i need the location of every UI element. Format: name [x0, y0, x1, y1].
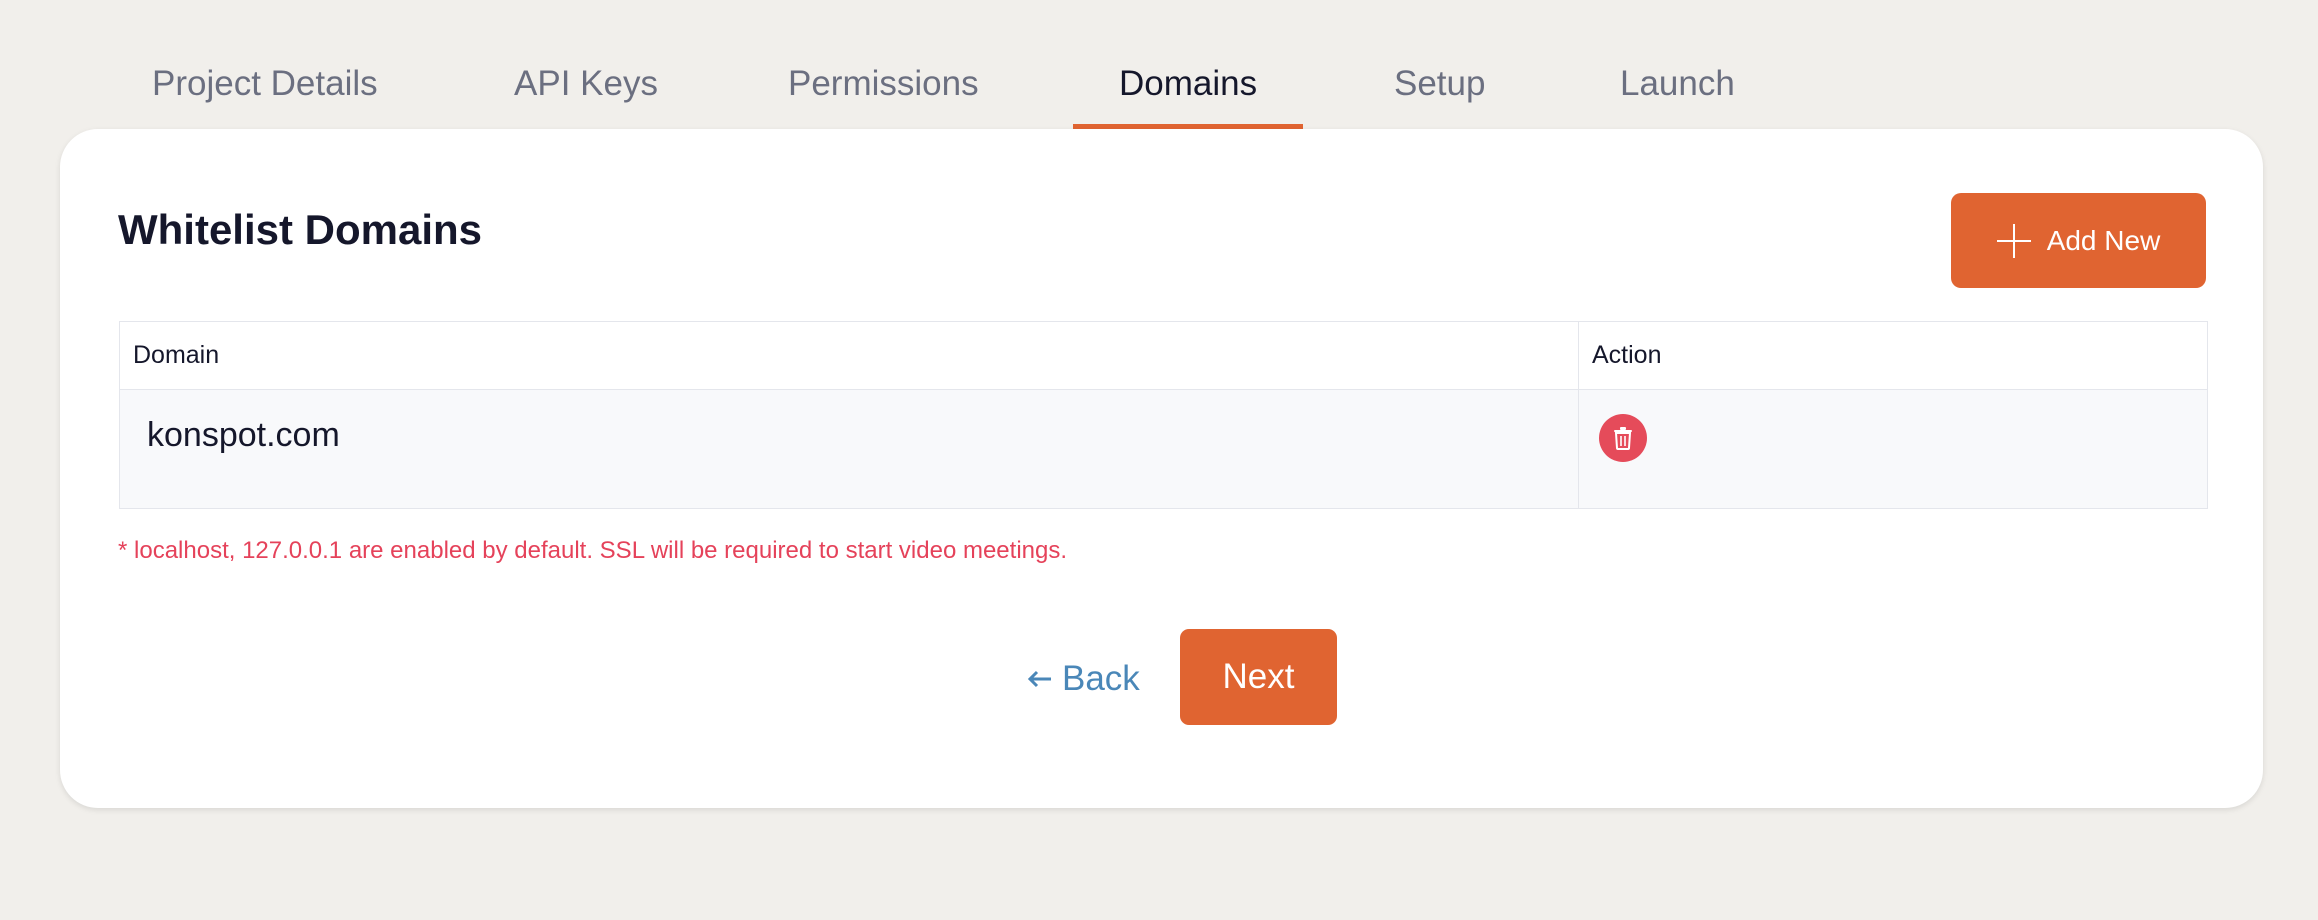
action-cell — [1579, 390, 2206, 508]
tab-permissions[interactable]: Permissions — [788, 64, 979, 104]
back-label: Back — [1062, 659, 1140, 698]
domain-cell: konspot.com — [120, 390, 1579, 508]
next-button[interactable]: Next — [1180, 629, 1337, 725]
arrow-left-icon — [1027, 670, 1051, 688]
trash-icon — [1614, 427, 1632, 450]
tab-project-details[interactable]: Project Details — [152, 64, 378, 104]
column-header-action: Action — [1592, 341, 1662, 369]
tab-api-keys[interactable]: API Keys — [514, 64, 658, 104]
step-tabs: Project Details API Keys Permissions Dom… — [0, 0, 2318, 131]
ssl-note: * localhost, 127.0.0.1 are enabled by de… — [118, 537, 1068, 564]
delete-domain-button[interactable] — [1599, 414, 1647, 462]
table-header: Domain Action — [120, 322, 2207, 390]
back-button[interactable]: Back — [1026, 649, 1140, 709]
table-row: konspot.com — [120, 390, 2207, 508]
add-new-button[interactable]: Add New — [1951, 193, 2206, 288]
page-title: Whitelist Domains — [118, 206, 483, 253]
plus-icon — [1996, 223, 2031, 258]
tab-setup[interactable]: Setup — [1394, 64, 1485, 104]
tab-domains[interactable]: Domains — [1119, 64, 1257, 104]
domains-table: Domain Action konspot.com — [119, 321, 2208, 509]
add-new-label: Add New — [2046, 224, 2161, 256]
column-header-domain: Domain — [120, 322, 1579, 389]
domains-card: Whitelist Domains Add New Domain Action … — [60, 129, 2263, 808]
tab-launch[interactable]: Launch — [1620, 64, 1735, 104]
